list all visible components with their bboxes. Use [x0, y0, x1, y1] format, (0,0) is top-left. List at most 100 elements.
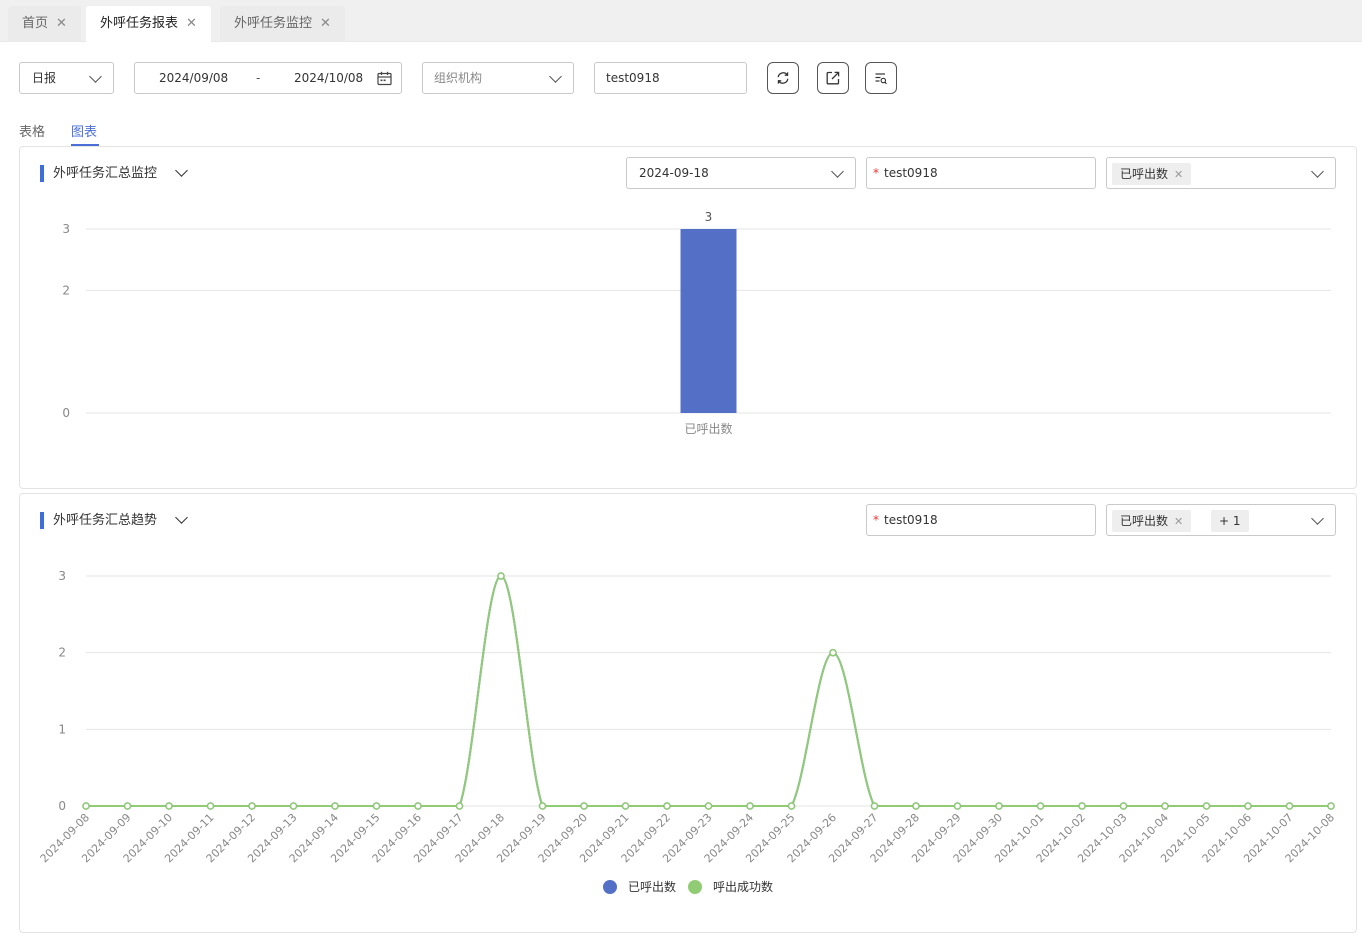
y-tick-label: 0	[58, 799, 66, 813]
close-icon[interactable]: ✕	[320, 6, 331, 42]
org-placeholder: 组织机构	[434, 71, 483, 85]
data-point	[704, 802, 713, 810]
panel-date-select[interactable]: 2024-09-18	[626, 157, 856, 189]
data-point	[414, 802, 422, 810]
y-tick-label: 0	[62, 406, 70, 420]
date-end: 2024/10/08	[294, 71, 364, 85]
panel-title: 外呼任务汇总监控	[40, 165, 157, 182]
export-button[interactable]	[817, 62, 849, 94]
y-tick-label: 3	[62, 222, 70, 236]
chevron-down-icon	[89, 70, 102, 83]
data-point	[953, 802, 962, 810]
data-point	[1285, 802, 1294, 810]
data-point	[1327, 802, 1335, 810]
data-point	[538, 802, 547, 810]
date-range-picker[interactable]: 2024/09/08 - 2024/10/08	[134, 62, 402, 94]
data-point	[289, 802, 298, 810]
column-settings-button[interactable]	[865, 62, 897, 94]
data-point	[1119, 802, 1128, 810]
y-tick-label: 3	[58, 569, 66, 583]
date-separator: -	[256, 71, 261, 85]
tab-home[interactable]: 首页 ✕	[8, 6, 81, 42]
metric-tag: 已呼出数 ✕	[1112, 163, 1192, 185]
required-asterisk: *	[873, 166, 879, 180]
panel-task-input[interactable]: * test0918	[866, 504, 1096, 536]
refresh-icon	[777, 72, 789, 84]
period-value: 日报	[32, 71, 57, 85]
tab-outbound-report[interactable]: 外呼任务报表 ✕	[86, 6, 211, 42]
data-point	[1202, 802, 1211, 810]
chevron-down-icon	[1311, 165, 1324, 178]
data-point	[787, 802, 796, 810]
data-point	[912, 802, 920, 810]
panel-task-value: test0918	[884, 166, 938, 180]
tab-label: 外呼任务报表	[100, 16, 179, 31]
legend-label: 呼出成功数	[713, 879, 773, 894]
data-point	[580, 802, 588, 810]
date-start: 2024/09/08	[159, 71, 229, 85]
data-point	[123, 802, 132, 810]
bar	[680, 229, 737, 413]
legend-marker	[603, 880, 617, 894]
data-point	[870, 802, 879, 810]
tab-bar: 首页 ✕ 外呼任务报表 ✕ 外呼任务监控 ✕	[0, 0, 1362, 42]
y-tick-label: 2	[62, 283, 70, 297]
tab-label: 外呼任务监控	[234, 16, 313, 31]
data-point	[1036, 802, 1045, 810]
panel-title: 外呼任务汇总趋势	[40, 512, 157, 529]
summary-monitor-panel: 外呼任务汇总监控 2024-09-18 * test0918 已呼出数 ✕ 0 2 3 3…	[19, 146, 1357, 489]
data-point	[829, 648, 837, 657]
data-point	[82, 802, 90, 810]
metric-multiselect[interactable]: 已呼出数 ✕ + 1	[1106, 504, 1336, 536]
view-tab-table[interactable]: 表格	[19, 121, 45, 140]
tag-close-icon[interactable]: ✕	[1174, 515, 1183, 528]
refresh-button[interactable]	[767, 62, 799, 94]
data-point	[497, 572, 505, 580]
tab-label: 首页	[22, 16, 49, 31]
y-tick-label: 1	[58, 722, 66, 736]
y-tick-label: 2	[58, 646, 66, 660]
data-point	[455, 802, 464, 810]
data-label: 3	[705, 210, 713, 224]
close-icon[interactable]: ✕	[186, 6, 197, 42]
data-point	[248, 802, 256, 810]
legend-marker	[688, 880, 702, 894]
data-point	[1078, 802, 1086, 810]
data-point	[995, 802, 1003, 810]
collapse-chevron-icon[interactable]	[175, 511, 188, 524]
calendar-icon	[377, 71, 392, 86]
task-input-value: test0918	[606, 71, 660, 85]
data-point	[331, 802, 339, 810]
close-icon[interactable]: ✕	[56, 6, 67, 42]
metric-tag: 已呼出数 ✕	[1112, 510, 1192, 532]
x-tick-label: 已呼出数	[684, 421, 732, 436]
data-point	[1161, 802, 1169, 810]
series-line	[85, 574, 1331, 807]
panel-date-value: 2024-09-18	[639, 166, 709, 180]
view-tab-chart[interactable]: 图表	[71, 121, 97, 140]
tab-outbound-monitor[interactable]: 外呼任务监控 ✕	[220, 6, 345, 42]
chevron-down-icon	[549, 70, 562, 83]
list-settings-icon	[875, 73, 887, 85]
bar-chart: 0 2 3 3 已呼出数	[62, 210, 1331, 436]
panel-task-input[interactable]: * test0918	[866, 157, 1096, 189]
summary-trend-panel: 外呼任务汇总趋势 * test0918 已呼出数 ✕ + 1 0 1 2 3 2024-09…	[19, 493, 1357, 933]
tag-close-icon[interactable]: ✕	[1174, 168, 1183, 181]
task-input[interactable]: test0918	[594, 62, 747, 94]
data-point	[206, 802, 215, 810]
org-select[interactable]: 组织机构	[422, 62, 574, 94]
data-point	[1244, 802, 1252, 810]
metric-tag-label: 已呼出数	[1120, 514, 1169, 528]
series-line	[85, 574, 1331, 807]
line-chart: 01232024-09-082024-09-092024-09-102024-0…	[38, 569, 1337, 894]
more-tags-count: + 1	[1211, 510, 1249, 532]
metric-multiselect[interactable]: 已呼出数 ✕	[1106, 157, 1336, 189]
data-point	[372, 802, 381, 810]
collapse-chevron-icon[interactable]	[175, 164, 188, 177]
metric-tag-label: 已呼出数	[1120, 167, 1169, 181]
period-select[interactable]: 日报	[19, 62, 114, 94]
export-icon	[826, 71, 840, 85]
chevron-down-icon	[1311, 512, 1324, 525]
chevron-down-icon	[831, 165, 844, 178]
data-point	[746, 802, 754, 810]
